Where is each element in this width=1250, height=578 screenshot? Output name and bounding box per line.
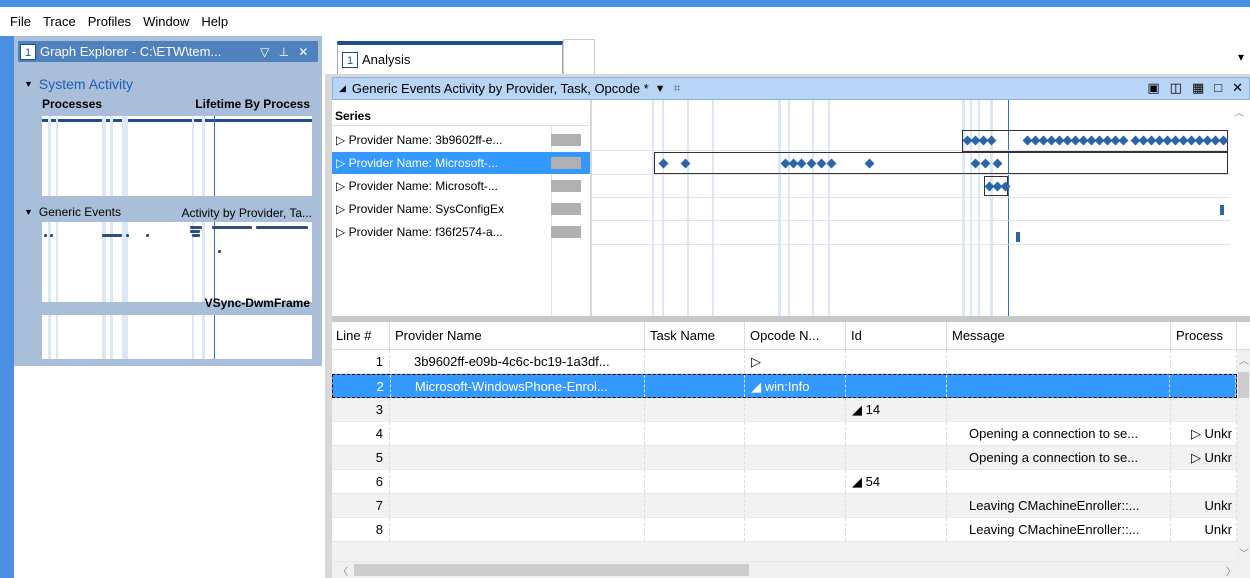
series-row[interactable]: ▷ Provider Name: 3b9602ff-e... [332, 129, 590, 151]
maximize-icon[interactable]: □ [1214, 80, 1222, 96]
table-row[interactable]: 1 3b9602ff-e09b-4c6c-bc19-1a3df... ▷ [332, 350, 1237, 374]
menu-window[interactable]: Window [143, 14, 189, 29]
table-row[interactable]: 7 Leaving CMachineEnroller::... Unkr [332, 494, 1237, 518]
series-row[interactable]: ▷ Provider Name: SysConfigEx [332, 198, 590, 220]
menu-profiles[interactable]: Profiles [88, 14, 131, 29]
table-row-partial[interactable] [332, 542, 1237, 562]
graph-view-title: Generic Events Activity by Provider, Tas… [351, 81, 649, 96]
menu-trace[interactable]: Trace [43, 14, 76, 29]
menu-bar: File Trace Profiles Window Help [0, 7, 1250, 36]
close-view-icon[interactable]: ✕ [1232, 80, 1243, 96]
menu-help[interactable]: Help [201, 14, 228, 29]
table-row[interactable]: 4 Opening a connection to se... ▷ Unkr [332, 422, 1237, 446]
col-id[interactable]: Id [846, 322, 947, 349]
col-task-name[interactable]: Task Name [645, 322, 745, 349]
analysis-tabbar: 1 Analysis ▾ [325, 36, 1250, 74]
pin-icon[interactable]: ⊥ [279, 45, 289, 59]
table-vertical-scrollbar[interactable]: ︿ ﹀ [1237, 350, 1250, 562]
series-row-selected[interactable]: ▷ Provider Name: Microsoft-... [332, 152, 590, 174]
col-opcode-name[interactable]: Opcode N... [745, 322, 846, 349]
series-header: Series [332, 106, 590, 126]
scroll-right-icon[interactable]: 〉 [1226, 563, 1236, 578]
activity-by-provider-label: Activity by Provider, Ta... [181, 206, 313, 220]
col-process[interactable]: Process [1171, 322, 1237, 349]
events-table: Line # Provider Name Task Name Opcode N.… [332, 322, 1250, 578]
table-row[interactable]: 3 ◢ 14 [332, 398, 1237, 422]
series-row[interactable]: ▷ Provider Name: f36f2574-a... [332, 221, 590, 243]
system-activity-header[interactable]: ▼ System Activity [24, 76, 133, 92]
generic-events-header[interactable]: ▼ Generic Events [24, 205, 121, 219]
vertical-scroll-thumb[interactable] [1238, 372, 1249, 398]
series-legend: Series ▷ Provider Name: 3b9602ff-e... ▷ … [332, 100, 590, 316]
graph-only-icon[interactable]: ◫ [1170, 80, 1182, 96]
view-dropdown-icon[interactable]: ▼ [655, 83, 666, 95]
dropdown-icon[interactable]: ▽ [260, 45, 269, 59]
vsync-dwmframe-label: VSync-DwmFrame [204, 296, 310, 310]
window-left-border [0, 36, 14, 578]
col-message[interactable]: Message [947, 322, 1171, 349]
col-provider-name[interactable]: Provider Name [390, 322, 645, 349]
scroll-up-icon[interactable]: ︿ [1239, 352, 1249, 367]
analysis-window: 1 Analysis ▾ ◢ Generic Events Activity b… [325, 36, 1250, 578]
series-row[interactable]: ▷ Provider Name: Microsoft-... [332, 175, 590, 197]
table-row[interactable]: 6 ◢ 54 [332, 470, 1237, 494]
tab-analysis[interactable]: 1 Analysis [337, 41, 563, 74]
graph-explorer-panel: 1 Graph Explorer - C:\ETW\tem... ▽ ⊥ ✕ ▼… [14, 36, 322, 366]
table-row[interactable]: 5 Opening a connection to se... ▷ Unkr [332, 446, 1237, 470]
table-header: Line # Provider Name Task Name Opcode N.… [332, 322, 1250, 350]
table-row-selected[interactable]: 2 Microsoft-WindowsPhone-Enrol... ◢ win:In… [332, 374, 1237, 398]
collapse-triangle-icon[interactable]: ▼ [24, 207, 33, 217]
graph-explorer-titlebar[interactable]: 1 Graph Explorer - C:\ETW\tem... ▽ ⊥ ✕ [18, 41, 318, 62]
scroll-left-icon[interactable]: 〈 [338, 563, 348, 578]
tab-list-dropdown-icon[interactable]: ▾ [1238, 50, 1244, 64]
select-columns-icon[interactable]: ⌗ [674, 81, 681, 96]
col-line[interactable]: Line # [332, 322, 390, 349]
vsync-thumbnail[interactable] [42, 315, 312, 359]
scroll-down-icon[interactable]: ﹀ [1239, 545, 1249, 560]
graph-explorer-title: Graph Explorer - C:\ETW\tem... [40, 44, 222, 59]
close-icon[interactable]: ✕ [298, 45, 308, 59]
window-top-border [0, 0, 1250, 7]
table-row[interactable]: 8 Leaving CMachineEnroller::... Unkr [332, 518, 1237, 542]
graph-and-table-icon[interactable]: ▣ [1147, 80, 1159, 96]
horizontal-scroll-thumb[interactable] [354, 564, 749, 576]
table-only-icon[interactable]: ▦ [1192, 80, 1204, 96]
menu-file[interactable]: File [10, 14, 31, 29]
analysis-tab-label: Analysis [362, 52, 411, 67]
generic-events-thumbnail[interactable] [42, 222, 312, 302]
lifetime-by-process-label: Lifetime By Process [195, 97, 310, 111]
processes-label: Processes [42, 97, 103, 111]
analysis-tab-number: 1 [342, 51, 358, 68]
table-horizontal-scrollbar[interactable]: 〈 〉 [332, 562, 1250, 578]
graph-explorer-tab-number: 1 [20, 43, 36, 60]
collapse-triangle-icon[interactable]: ◢ [339, 83, 346, 94]
collapse-triangle-icon[interactable]: ▼ [24, 79, 33, 89]
graph-view-header[interactable]: ◢ Generic Events Activity by Provider, T… [332, 77, 1250, 100]
processes-thumbnail[interactable] [42, 116, 312, 196]
tab-new[interactable] [563, 39, 595, 74]
event-timeline-chart[interactable]: ︿ [592, 100, 1250, 316]
